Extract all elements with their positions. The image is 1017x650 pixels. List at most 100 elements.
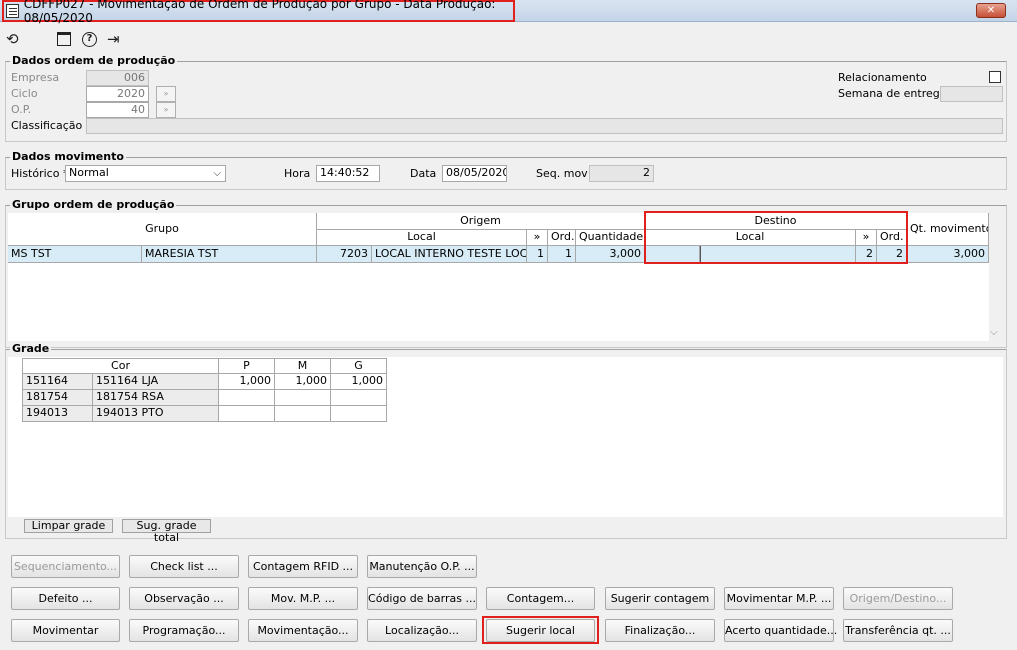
grade-row-cod: 151164: [22, 374, 93, 390]
dados-movimento-legend: Dados movimento: [10, 150, 126, 163]
col-destino-local[interactable]: Local: [645, 230, 856, 246]
ciclo-field[interactable]: 2020: [86, 86, 149, 102]
origem-destino-button[interactable]: Origem/Destino...: [843, 587, 953, 610]
data-field[interactable]: 08/05/2020: [442, 165, 507, 182]
movimentar-mp-button[interactable]: Movimentar M.P. ...: [724, 587, 834, 610]
contagem-rfid-button[interactable]: Contagem RFID ...: [248, 555, 358, 578]
grade-cell-m[interactable]: [275, 390, 331, 406]
col-origem: Origem: [317, 213, 645, 230]
op-lookup-button[interactable]: »: [156, 102, 176, 118]
grade-cell-p[interactable]: [219, 406, 275, 422]
sugerir-local-button[interactable]: Sugerir local: [486, 619, 595, 642]
finalizacao-button[interactable]: Finalização...: [605, 619, 715, 642]
row-local-cod[interactable]: 7203: [317, 246, 372, 263]
historico-select[interactable]: Normal ⌵: [65, 165, 226, 182]
col-destino: Destino: [645, 213, 907, 230]
seq-mov-field: 2: [589, 165, 654, 182]
col-destino-ord[interactable]: Ord.: [877, 230, 907, 246]
empresa-field: 006: [86, 70, 149, 86]
grade-cell-m[interactable]: 1,000: [275, 374, 331, 390]
grade-col-m: M: [275, 358, 331, 374]
hora-field[interactable]: 14:40:52: [316, 165, 380, 182]
acerto-quantidade-button[interactable]: Acerto quantidade...: [724, 619, 837, 642]
row-local-desc[interactable]: LOCAL INTERNO TESTE LOCAL: [372, 246, 527, 263]
programacao-button[interactable]: Programação...: [129, 619, 239, 642]
historico-label: Histórico *: [11, 167, 69, 180]
grade-cell-m[interactable]: [275, 406, 331, 422]
document-icon: [6, 4, 19, 18]
dados-ordem-legend: Dados ordem de produção: [10, 54, 178, 67]
window-title-box: CDFFP027 - Movimentação de Ordem de Prod…: [2, 0, 515, 25]
exit-icon[interactable]: ⇥: [107, 31, 120, 47]
hora-label: Hora: [284, 167, 311, 180]
transferencia-button[interactable]: Transferência qt. ...: [843, 619, 953, 642]
semana-field: [940, 86, 1003, 102]
row-qt-movimento[interactable]: 3,000: [907, 246, 989, 263]
col-grupo[interactable]: Grupo: [8, 213, 317, 246]
calendar-icon[interactable]: [57, 32, 71, 46]
col-origem-local[interactable]: Local: [317, 230, 527, 246]
grade-row-cod: 194013: [22, 406, 93, 422]
observacao-button[interactable]: Observação ...: [129, 587, 239, 610]
contagem-button[interactable]: Contagem...: [486, 587, 595, 610]
semana-label: Semana de entrega: [838, 87, 947, 100]
window-title: CDFFP027 - Movimentação de Ordem de Prod…: [23, 0, 496, 25]
chevron-down-icon: ⌵: [213, 168, 221, 179]
ciclo-lookup-button[interactable]: »: [156, 86, 176, 102]
historico-value: Normal: [69, 166, 109, 179]
classificacao-label: Classificação: [11, 119, 83, 132]
scroll-down-icon[interactable]: ⌵: [990, 327, 998, 338]
grupo-op-legend: Grupo ordem de produção: [10, 198, 177, 211]
grade-row-desc: 181754 RSA: [93, 390, 219, 406]
limpar-grade-button[interactable]: Limpar grade: [24, 519, 113, 533]
empresa-label: Empresa: [11, 71, 60, 84]
grade-col-p: P: [219, 358, 275, 374]
close-button[interactable]: ✕: [976, 3, 1006, 18]
sugerir-contagem-button[interactable]: Sugerir contagem: [605, 587, 715, 610]
grade-cell-p[interactable]: 1,000: [219, 374, 275, 390]
sug-grade-total-button[interactable]: Sug. grade total: [122, 519, 211, 544]
row-dest-arrow[interactable]: 2: [856, 246, 877, 263]
col-origem-ord[interactable]: Ord.: [548, 230, 576, 246]
row-origem-ord[interactable]: 1: [548, 246, 576, 263]
help-icon[interactable]: ?: [82, 32, 97, 47]
movimentacao-button[interactable]: Movimentação...: [248, 619, 358, 642]
undo-icon[interactable]: ⟲: [6, 31, 19, 47]
col-quantidade[interactable]: Quantidade: [576, 230, 645, 246]
col-qt-movimento[interactable]: Qt. movimento: [907, 213, 989, 246]
col-destino-arrow[interactable]: »: [856, 230, 877, 246]
movimentar-button[interactable]: Movimentar: [11, 619, 120, 642]
classificacao-field: [86, 118, 1003, 134]
row-grupo-cod[interactable]: MS TST: [8, 246, 142, 263]
sequenciamento-button[interactable]: Sequenciamento...: [11, 555, 120, 578]
relacionamento-checkbox[interactable]: [989, 71, 1001, 83]
grade-row-desc: 151164 LJA: [93, 374, 219, 390]
grade-cell-p[interactable]: [219, 390, 275, 406]
row-dest-ord[interactable]: 2: [877, 246, 907, 263]
col-origem-arrow[interactable]: »: [527, 230, 548, 246]
op-label: O.P.: [11, 103, 32, 116]
row-grupo-desc[interactable]: MARESIA TST: [142, 246, 317, 263]
row-dest-local-cod[interactable]: [645, 246, 700, 263]
row-origem-arrow[interactable]: 1: [527, 246, 548, 263]
grade-row-desc: 194013 PTO: [93, 406, 219, 422]
ciclo-label: Ciclo: [11, 87, 38, 100]
relacionamento-label: Relacionamento: [838, 71, 927, 84]
codigo-barras-button[interactable]: Código de barras ...: [367, 587, 477, 610]
grade-cell-g[interactable]: [331, 390, 387, 406]
manutencao-op-button[interactable]: Manutenção O.P. ...: [367, 555, 477, 578]
grade-cell-g[interactable]: [331, 406, 387, 422]
grade-legend: Grade: [10, 342, 52, 355]
grade-col-cor: Cor: [22, 358, 219, 374]
grade-col-g: G: [331, 358, 387, 374]
row-quantidade[interactable]: 3,000: [576, 246, 645, 263]
seq-mov-label: Seq. mov: [536, 167, 588, 180]
localizacao-button[interactable]: Localização...: [367, 619, 477, 642]
op-field[interactable]: 40: [86, 102, 149, 118]
defeito-button[interactable]: Defeito ...: [11, 587, 120, 610]
grade-cell-g[interactable]: 1,000: [331, 374, 387, 390]
data-label: Data: [410, 167, 437, 180]
mov-mp-button[interactable]: Mov. M.P. ...: [248, 587, 358, 610]
row-dest-local-desc[interactable]: [700, 246, 856, 263]
check-list-button[interactable]: Check list ...: [129, 555, 239, 578]
